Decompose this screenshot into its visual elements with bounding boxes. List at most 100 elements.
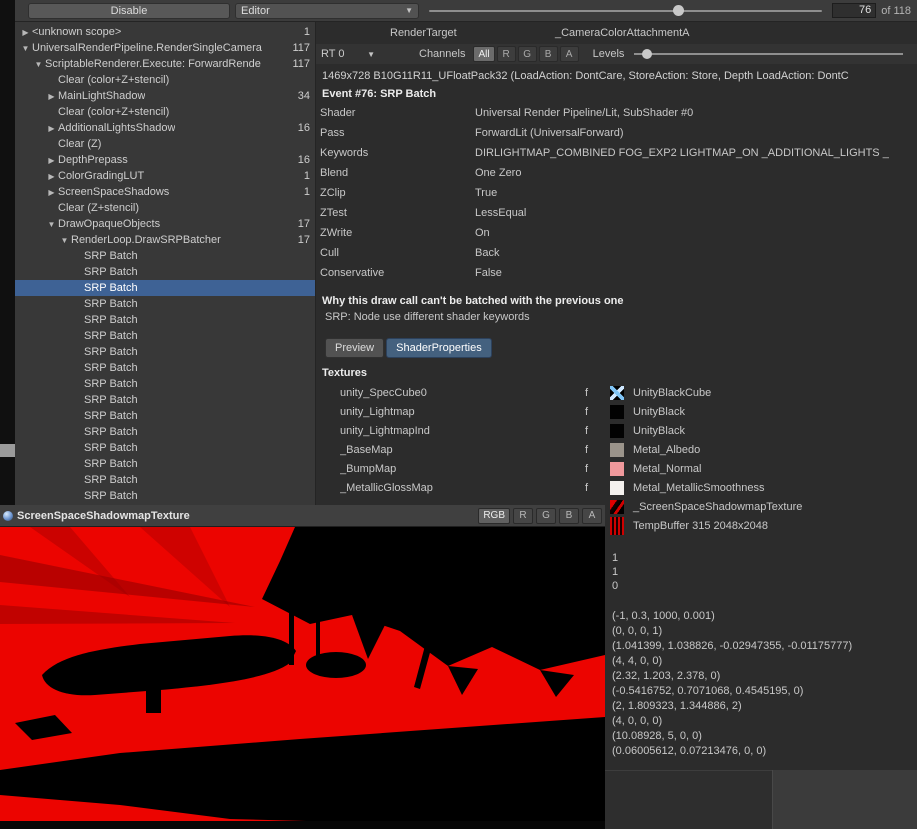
tree-expand-arrow-icon[interactable]: ▼ [45, 220, 58, 229]
property-label: ZWrite [320, 227, 475, 239]
tree-row[interactable]: SRP Batch [15, 344, 315, 360]
tree-expand-arrow-icon[interactable]: ▼ [19, 44, 32, 53]
detail-tab[interactable]: Preview [325, 338, 384, 358]
tree-row[interactable]: SRP Batch [15, 328, 315, 344]
texture-flag: f [585, 444, 610, 456]
tree-row-label: SRP Batch [84, 330, 138, 342]
tree-row[interactable]: SRP Batch [15, 408, 315, 424]
property-value: DIRLIGHTMAP_COMBINED FOG_EXP2 LIGHTMAP_O… [475, 147, 889, 159]
tree-row-label: SRP Batch [84, 410, 138, 422]
chevron-down-icon: ▼ [367, 50, 375, 59]
shader-properties-list: Shader Universal Render Pipeline/Lit, Su… [316, 103, 917, 283]
tree-row[interactable]: ▼ ScriptableRenderer.Execute: ForwardRen… [15, 56, 315, 72]
tree-row[interactable]: ▼ UniversalRenderPipeline.RenderSingleCa… [15, 40, 315, 56]
texture-row[interactable]: _BaseMap f Metal_Albedo [316, 440, 917, 459]
tree-row[interactable]: SRP Batch [15, 488, 315, 504]
texture-name: Metal_Normal [633, 463, 701, 475]
tree-expand-arrow-icon[interactable]: ▶ [45, 172, 58, 181]
event-slider[interactable] [429, 3, 822, 19]
tree-row[interactable]: ▶ ScreenSpaceShadows 1 [15, 184, 315, 200]
texture-row[interactable]: unity_Lightmap f UnityBlack [316, 402, 917, 421]
tree-expand-arrow-icon[interactable]: ▶ [45, 156, 58, 165]
texture-row[interactable]: unity_LightmapInd f UnityBlack [316, 421, 917, 440]
texture-property-name: unity_LightmapInd [340, 425, 585, 437]
property-value: Universal Render Pipeline/Lit, SubShader… [475, 107, 693, 119]
tree-expand-arrow-icon[interactable]: ▼ [58, 236, 71, 245]
property-label: ZTest [320, 207, 475, 219]
vector-value: (2.32, 1.203, 2.378, 0) [612, 669, 917, 684]
levels-slider[interactable] [634, 47, 903, 61]
tree-row[interactable]: ▶ AdditionalLightsShadow 16 [15, 120, 315, 136]
preview-channel-button[interactable]: A [582, 508, 602, 524]
tree-row[interactable]: SRP Batch [15, 264, 315, 280]
tree-row-label: SRP Batch [84, 298, 138, 310]
channel-button[interactable]: R [497, 46, 516, 62]
render-target-preview-window: ScreenSpaceShadowmapTexture RGB R G B A [0, 505, 605, 829]
tree-row[interactable]: SRP Batch [15, 456, 315, 472]
tree-expand-arrow-icon[interactable]: ▶ [45, 188, 58, 197]
background-scene-highlight [0, 444, 15, 457]
tree-row[interactable]: SRP Batch [15, 424, 315, 440]
texture-name: TempBuffer 315 2048x2048 [633, 520, 768, 532]
property-value: True [475, 187, 497, 199]
tree-row[interactable]: Clear (color+Z+stencil) [15, 72, 315, 88]
rt-index-dropdown[interactable]: RT 0 ▼ [321, 48, 379, 60]
property-value: On [475, 227, 490, 239]
tree-row-label: AdditionalLightsShadow [58, 122, 175, 134]
tree-row[interactable]: Clear (Z+stencil) [15, 200, 315, 216]
vector-value: (4, 0, 0, 0) [612, 714, 917, 729]
tree-row[interactable]: SRP Batch [15, 440, 315, 456]
detail-tab[interactable]: ShaderProperties [386, 338, 492, 358]
texture-row[interactable]: unity_SpecCube0 f UnityBlackCube [316, 383, 917, 402]
tree-row[interactable]: SRP Batch [15, 472, 315, 488]
levels-slider-thumb[interactable] [642, 49, 652, 59]
tree-row[interactable]: ▼ RenderLoop.DrawSRPBatcher 17 [15, 232, 315, 248]
tree-row[interactable]: ▶ <unknown scope> 1 [15, 24, 315, 40]
texture-row[interactable]: _BumpMap f Metal_Normal [316, 459, 917, 478]
channel-button[interactable]: B [539, 46, 558, 62]
tree-row[interactable]: ▶ DepthPrepass 16 [15, 152, 315, 168]
tree-row[interactable]: ▼ DrawOpaqueObjects 17 [15, 216, 315, 232]
preview-channel-button[interactable]: RGB [478, 508, 510, 524]
texture-thumbnail [610, 386, 624, 400]
channel-button[interactable]: All [473, 46, 494, 62]
target-selector-dropdown[interactable]: Editor ▼ [235, 3, 419, 19]
scalar-values-list: 1 1 0 [612, 551, 917, 593]
tree-expand-arrow-icon[interactable]: ▶ [45, 124, 58, 133]
tree-expand-arrow-icon[interactable]: ▼ [32, 60, 45, 69]
tree-row[interactable]: SRP Batch [15, 360, 315, 376]
tree-row-label: SRP Batch [84, 426, 138, 438]
preview-header[interactable]: ScreenSpaceShadowmapTexture RGB R G B A [0, 505, 605, 527]
tree-row[interactable]: ▶ ColorGradingLUT 1 [15, 168, 315, 184]
tree-row[interactable]: SRP Batch [15, 248, 315, 264]
tree-expand-arrow-icon[interactable]: ▶ [19, 28, 32, 37]
tree-row-count: 16 [298, 154, 315, 166]
tree-row[interactable]: Clear (Z) [15, 136, 315, 152]
tree-row[interactable]: ▶ MainLightShadow 34 [15, 88, 315, 104]
vector-value: (2, 1.809323, 1.344886, 2) [612, 699, 917, 714]
event-slider-thumb[interactable] [673, 5, 684, 16]
texture-property-name: _MetallicGlossMap [340, 482, 585, 494]
texture-row[interactable]: _MetallicGlossMap f Metal_MetallicSmooth… [316, 478, 917, 497]
tree-row[interactable]: SRP Batch [15, 392, 315, 408]
tree-row-count: 17 [298, 218, 315, 230]
tree-row[interactable]: SRP Batch [15, 376, 315, 392]
disable-button[interactable]: Disable [28, 3, 230, 19]
vector-value: (4, 4, 0, 0) [612, 654, 917, 669]
tree-row[interactable]: SRP Batch [15, 296, 315, 312]
preview-channel-button[interactable]: R [513, 508, 533, 524]
event-number-input[interactable]: 76 [832, 3, 876, 18]
tree-row[interactable]: Clear (color+Z+stencil) [15, 104, 315, 120]
target-selector-label: Editor [241, 5, 270, 17]
channel-button[interactable]: G [518, 46, 537, 62]
tree-row[interactable]: SRP Batch [15, 312, 315, 328]
channels-toolbar: RT 0 ▼ Channels All R G B A Levels [316, 44, 917, 64]
tree-row-count: 117 [292, 42, 315, 54]
tree-row-label: Clear (Z+stencil) [58, 202, 139, 214]
preview-channel-button[interactable]: G [536, 508, 556, 524]
channel-button[interactable]: A [560, 46, 579, 62]
property-value: LessEqual [475, 207, 526, 219]
tree-row[interactable]: SRP Batch [15, 280, 315, 296]
preview-channel-button[interactable]: B [559, 508, 579, 524]
tree-expand-arrow-icon[interactable]: ▶ [45, 92, 58, 101]
